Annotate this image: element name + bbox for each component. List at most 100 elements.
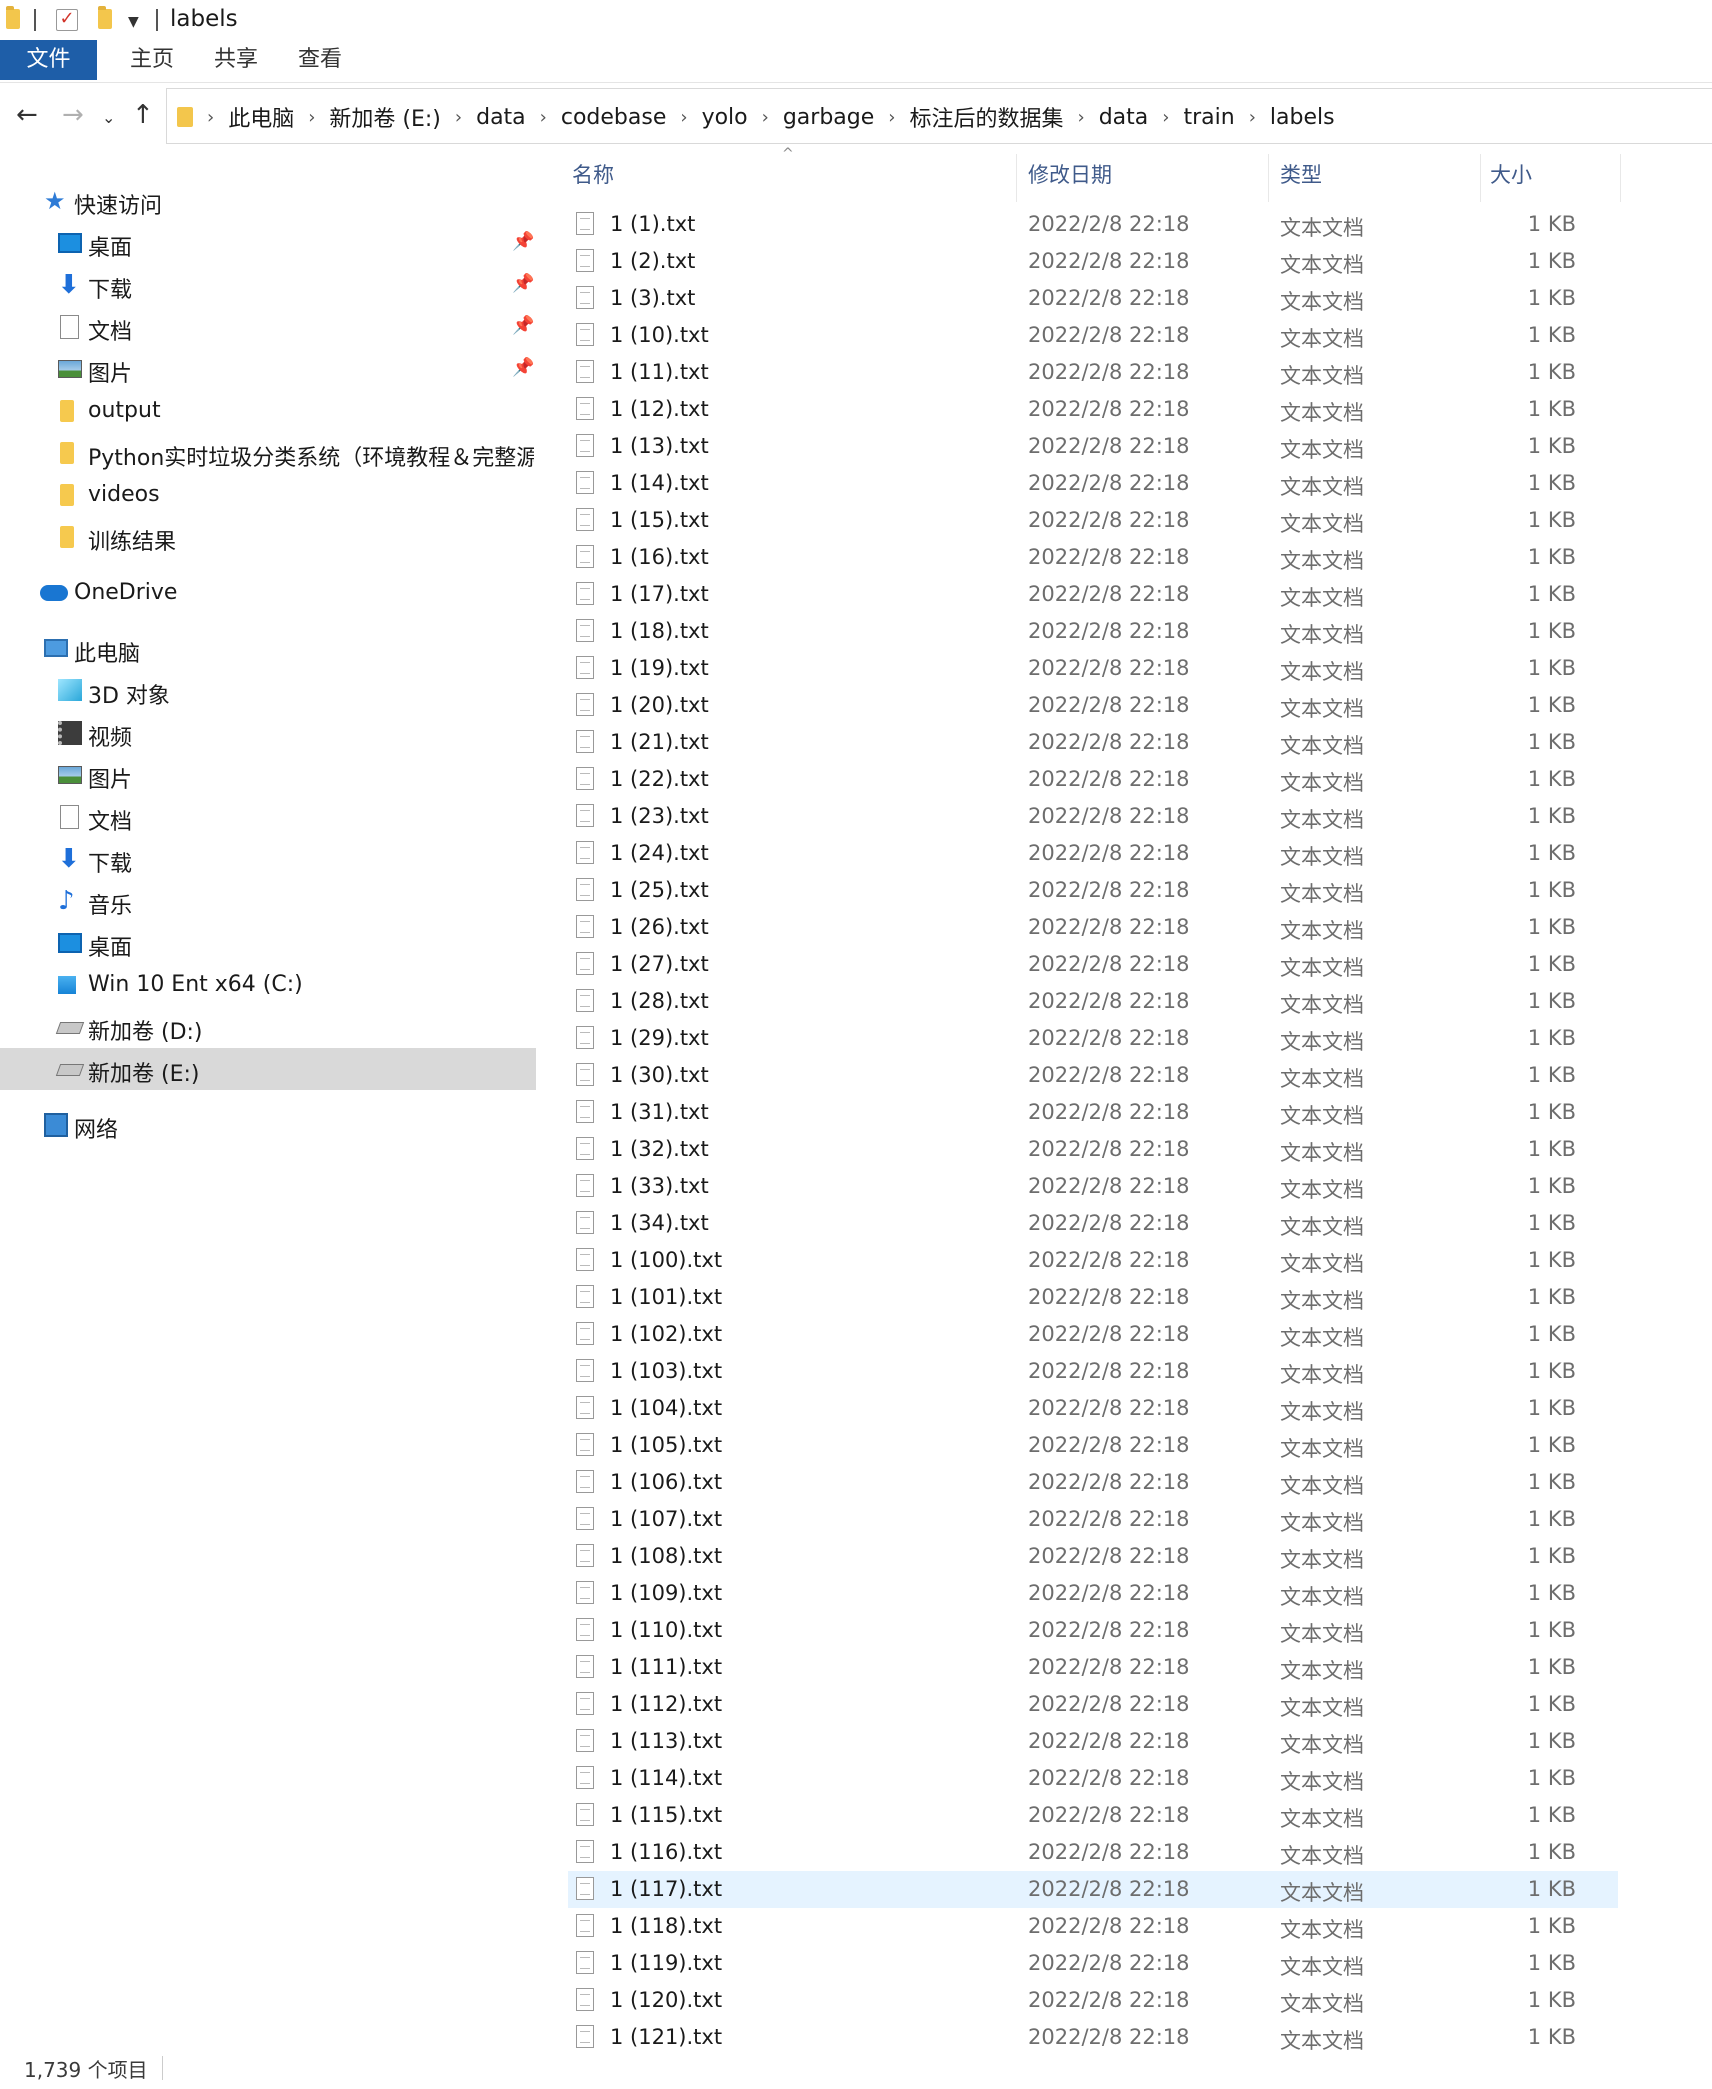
new-folder-icon[interactable]	[98, 6, 112, 29]
file-row[interactable]: 1 (10).txt 2022/2/8 22:18 文本文档 1 KB	[568, 317, 1618, 354]
file-row[interactable]: 1 (27).txt 2022/2/8 22:18 文本文档 1 KB	[568, 946, 1618, 983]
sidebar-item-onedrive[interactable]: OneDrive	[0, 572, 536, 614]
file-name[interactable]: 1 (117).txt	[610, 1877, 722, 1901]
file-row[interactable]: 1 (25).txt 2022/2/8 22:18 文本文档 1 KB	[568, 872, 1618, 909]
file-row[interactable]: 1 (119).txt 2022/2/8 22:18 文本文档 1 KB	[568, 1945, 1618, 1982]
file-name[interactable]: 1 (28).txt	[610, 989, 709, 1013]
file-row[interactable]: 1 (3).txt 2022/2/8 22:18 文本文档 1 KB	[568, 280, 1618, 317]
file-name[interactable]: 1 (106).txt	[610, 1470, 722, 1494]
file-name[interactable]: 1 (10).txt	[610, 323, 709, 347]
breadcrumb-item[interactable]: 标注后的数据集	[903, 101, 1069, 133]
column-divider[interactable]	[1016, 154, 1017, 202]
file-row[interactable]: 1 (115).txt 2022/2/8 22:18 文本文档 1 KB	[568, 1797, 1618, 1834]
file-row[interactable]: 1 (101).txt 2022/2/8 22:18 文本文档 1 KB	[568, 1279, 1618, 1316]
chevron-right-icon[interactable]: ›	[754, 107, 777, 128]
file-row[interactable]: 1 (16).txt 2022/2/8 22:18 文本文档 1 KB	[568, 539, 1618, 576]
chevron-right-icon[interactable]: ›	[672, 107, 695, 128]
file-row[interactable]: 1 (105).txt 2022/2/8 22:18 文本文档 1 KB	[568, 1427, 1618, 1464]
file-name[interactable]: 1 (119).txt	[610, 1951, 722, 1975]
sidebar-item-drive-c[interactable]: Win 10 Ent x64 (C:)	[0, 964, 536, 1006]
chevron-right-icon[interactable]: ›	[447, 107, 470, 128]
file-row[interactable]: 1 (118).txt 2022/2/8 22:18 文本文档 1 KB	[568, 1908, 1618, 1945]
file-name[interactable]: 1 (16).txt	[610, 545, 709, 569]
pin-icon[interactable]: 📌	[512, 315, 534, 336]
pin-icon[interactable]: 📌	[512, 273, 534, 294]
file-row[interactable]: 1 (32).txt 2022/2/8 22:18 文本文档 1 KB	[568, 1131, 1618, 1168]
file-name[interactable]: 1 (2).txt	[610, 249, 695, 273]
file-row[interactable]: 1 (113).txt 2022/2/8 22:18 文本文档 1 KB	[568, 1723, 1618, 1760]
chevron-right-icon[interactable]: ›	[1154, 107, 1177, 128]
sidebar-item-music[interactable]: ♪ 音乐	[0, 880, 536, 922]
file-name[interactable]: 1 (11).txt	[610, 360, 709, 384]
chevron-down-icon[interactable]: ▼	[128, 14, 139, 30]
file-name[interactable]: 1 (104).txt	[610, 1396, 722, 1420]
file-row[interactable]: 1 (110).txt 2022/2/8 22:18 文本文档 1 KB	[568, 1612, 1618, 1649]
file-name[interactable]: 1 (120).txt	[610, 1988, 722, 2012]
up-arrow-icon[interactable]: ↑	[132, 100, 154, 130]
file-row[interactable]: 1 (33).txt 2022/2/8 22:18 文本文档 1 KB	[568, 1168, 1618, 1205]
file-name[interactable]: 1 (31).txt	[610, 1100, 709, 1124]
breadcrumb-item[interactable]: labels	[1264, 105, 1341, 130]
file-row[interactable]: 1 (13).txt 2022/2/8 22:18 文本文档 1 KB	[568, 428, 1618, 465]
file-name[interactable]: 1 (34).txt	[610, 1211, 709, 1235]
file-name[interactable]: 1 (26).txt	[610, 915, 709, 939]
file-row[interactable]: 1 (26).txt 2022/2/8 22:18 文本文档 1 KB	[568, 909, 1618, 946]
file-name[interactable]: 1 (114).txt	[610, 1766, 722, 1790]
file-name[interactable]: 1 (116).txt	[610, 1840, 722, 1864]
sidebar-item-downloads[interactable]: ⬇ 下载 📌	[0, 264, 536, 306]
forward-arrow-icon[interactable]: →	[62, 100, 84, 130]
file-name[interactable]: 1 (22).txt	[610, 767, 709, 791]
file-name[interactable]: 1 (14).txt	[610, 471, 709, 495]
chevron-right-icon[interactable]: ›	[1070, 107, 1093, 128]
sidebar-item-documents-lib[interactable]: 文档	[0, 796, 536, 838]
breadcrumb-item[interactable]: 新加卷 (E:)	[323, 101, 446, 133]
file-name[interactable]: 1 (111).txt	[610, 1655, 722, 1679]
column-header-size[interactable]: 大小	[1490, 148, 1532, 202]
file-row[interactable]: 1 (114).txt 2022/2/8 22:18 文本文档 1 KB	[568, 1760, 1618, 1797]
file-row[interactable]: 1 (106).txt 2022/2/8 22:18 文本文档 1 KB	[568, 1464, 1618, 1501]
file-row[interactable]: 1 (29).txt 2022/2/8 22:18 文本文档 1 KB	[568, 1020, 1618, 1057]
sidebar-item-drive-d[interactable]: 新加卷 (D:)	[0, 1006, 536, 1048]
file-row[interactable]: 1 (2).txt 2022/2/8 22:18 文本文档 1 KB	[568, 243, 1618, 280]
breadcrumb-item[interactable]: codebase	[555, 105, 673, 130]
file-row[interactable]: 1 (20).txt 2022/2/8 22:18 文本文档 1 KB	[568, 687, 1618, 724]
chevron-right-icon[interactable]: ›	[880, 107, 903, 128]
file-row[interactable]: 1 (18).txt 2022/2/8 22:18 文本文档 1 KB	[568, 613, 1618, 650]
sidebar-item-3d-objects[interactable]: 3D 对象	[0, 670, 536, 712]
breadcrumb-item[interactable]: train	[1177, 105, 1240, 130]
file-row[interactable]: 1 (11).txt 2022/2/8 22:18 文本文档 1 KB	[568, 354, 1618, 391]
file-name[interactable]: 1 (18).txt	[610, 619, 709, 643]
file-name[interactable]: 1 (110).txt	[610, 1618, 722, 1642]
sidebar-item-output[interactable]: output	[0, 390, 536, 432]
sidebar-item-documents[interactable]: 文档 📌	[0, 306, 536, 348]
column-header-type[interactable]: 类型	[1280, 148, 1322, 202]
file-name[interactable]: 1 (25).txt	[610, 878, 709, 902]
pin-icon[interactable]: 📌	[512, 357, 534, 378]
file-name[interactable]: 1 (108).txt	[610, 1544, 722, 1568]
file-name[interactable]: 1 (17).txt	[610, 582, 709, 606]
file-name[interactable]: 1 (107).txt	[610, 1507, 722, 1531]
file-name[interactable]: 1 (101).txt	[610, 1285, 722, 1309]
file-row[interactable]: 1 (28).txt 2022/2/8 22:18 文本文档 1 KB	[568, 983, 1618, 1020]
file-row[interactable]: 1 (31).txt 2022/2/8 22:18 文本文档 1 KB	[568, 1094, 1618, 1131]
chevron-right-icon[interactable]: ›	[1241, 107, 1264, 128]
file-name[interactable]: 1 (112).txt	[610, 1692, 722, 1716]
file-name[interactable]: 1 (21).txt	[610, 730, 709, 754]
sidebar-item-videos-lib[interactable]: 视频	[0, 712, 536, 754]
tab-home[interactable]: 主页	[112, 40, 192, 80]
file-name[interactable]: 1 (1).txt	[610, 212, 695, 236]
breadcrumb-item[interactable]: 此电脑	[222, 101, 300, 133]
file-name[interactable]: 1 (13).txt	[610, 434, 709, 458]
file-row[interactable]: 1 (121).txt 2022/2/8 22:18 文本文档 1 KB	[568, 2019, 1618, 2056]
breadcrumb-item[interactable]: data	[470, 105, 532, 130]
file-row[interactable]: 1 (22).txt 2022/2/8 22:18 文本文档 1 KB	[568, 761, 1618, 798]
file-row[interactable]: 1 (21).txt 2022/2/8 22:18 文本文档 1 KB	[568, 724, 1618, 761]
file-name[interactable]: 1 (105).txt	[610, 1433, 722, 1457]
sidebar-item-network[interactable]: 网络	[0, 1104, 536, 1146]
file-row[interactable]: 1 (109).txt 2022/2/8 22:18 文本文档 1 KB	[568, 1575, 1618, 1612]
file-name[interactable]: 1 (24).txt	[610, 841, 709, 865]
file-name[interactable]: 1 (121).txt	[610, 2025, 722, 2049]
file-name[interactable]: 1 (3).txt	[610, 286, 695, 310]
file-row[interactable]: 1 (17).txt 2022/2/8 22:18 文本文档 1 KB	[568, 576, 1618, 613]
file-row[interactable]: 1 (24).txt 2022/2/8 22:18 文本文档 1 KB	[568, 835, 1618, 872]
